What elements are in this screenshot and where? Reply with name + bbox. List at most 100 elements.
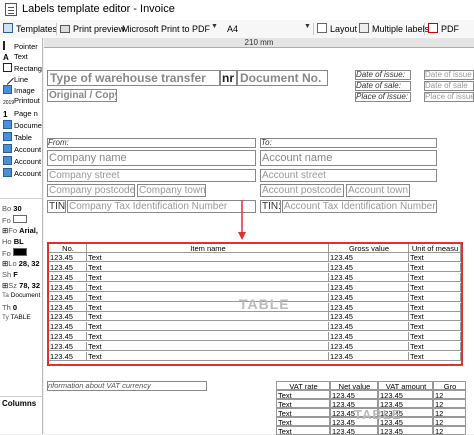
table-cell: Text	[409, 312, 461, 322]
vat-table-watermark: TABLE	[354, 407, 402, 422]
tool-text[interactable]: A Text	[3, 52, 28, 62]
account-tin-field[interactable]: Account Tax Identification Number	[282, 200, 437, 213]
date-of-sale-label[interactable]: Date of sale:	[355, 81, 411, 91]
printer-select[interactable]: Microsoft Print to PDF	[122, 22, 210, 36]
prop-row[interactable]: Fo	[2, 248, 27, 258]
tool-account[interactable]: Account	[3, 168, 41, 178]
tool-line[interactable]: Line	[1, 72, 28, 85]
account-icon	[3, 168, 12, 177]
panel-divider	[0, 198, 42, 199]
multiple-labels-button[interactable]: Multiple labels	[359, 22, 429, 36]
toolbar-separator	[424, 23, 425, 35]
table-row: 123.45 Text 123.45 Text	[49, 262, 461, 272]
table-header-cell: Gross value	[329, 244, 409, 253]
arrow-down-icon	[238, 200, 246, 240]
prop-row[interactable]: Th 0	[2, 303, 17, 312]
company-tin-label[interactable]: TIN:	[47, 200, 66, 213]
table-cell: 123.45	[49, 272, 87, 282]
original-copy-field[interactable]: Original / Copy	[47, 89, 117, 102]
printer-dropdown-icon[interactable]: ▼	[211, 23, 218, 30]
table-cell: 123.45	[329, 332, 409, 342]
account-postcode-field[interactable]: Account postcode	[260, 184, 344, 197]
prop-row[interactable]: Sh F	[2, 270, 18, 279]
table-row: 123.45 Text 123.45 Text	[49, 352, 461, 361]
window-title: Labels template editor - Invoice	[22, 3, 175, 15]
layout-button[interactable]: Layout	[317, 22, 357, 36]
company-postcode-field[interactable]: Company postcode	[47, 184, 135, 197]
title-bar: Labels template editor - Invoice	[0, 0, 474, 21]
table-cell: Text	[409, 253, 461, 262]
prop-row[interactable]: Ho BL	[2, 237, 24, 246]
prop-row[interactable]: ⊞Fo Arial,	[2, 226, 38, 235]
place-of-issue-field[interactable]: Place of issue	[424, 92, 474, 102]
image-icon	[3, 85, 12, 94]
table-cell: Text	[409, 342, 461, 352]
text-icon: A	[3, 53, 9, 62]
columns-tab[interactable]: Columns	[2, 399, 36, 408]
tool-pointer[interactable]: Pointer	[3, 41, 38, 51]
vat-cell: 123.45	[378, 390, 433, 399]
account-name-field[interactable]: Account name	[260, 150, 437, 166]
to-label[interactable]: To:	[260, 138, 437, 148]
tool-document[interactable]: Document	[3, 120, 42, 130]
tool-account[interactable]: Account	[3, 144, 41, 154]
vat-header-cell: VAT rate	[276, 381, 330, 390]
table-header-cell: No.	[49, 244, 87, 253]
table-cell: 123.45	[329, 302, 409, 312]
templates-icon	[3, 23, 13, 33]
pointer-icon	[3, 41, 12, 50]
table-cell: 123.45	[329, 262, 409, 272]
table-icon	[3, 132, 12, 141]
table-cell: 123.45	[49, 292, 87, 302]
color-swatch	[12, 248, 27, 256]
prop-row[interactable]: Fo	[2, 215, 27, 225]
company-town-field[interactable]: Company town	[137, 184, 206, 197]
print-preview-button[interactable]: Print preview	[60, 22, 125, 36]
table-cell: 123.45	[49, 352, 87, 361]
prop-row[interactable]: Ta Document	[2, 292, 40, 299]
prop-row[interactable]: Ty TABLE	[2, 314, 31, 321]
nr-label[interactable]: nr	[220, 70, 237, 86]
printer-icon	[60, 25, 70, 33]
pdf-button[interactable]: PDF	[428, 22, 459, 36]
tool-rectangle[interactable]: Rectangle	[3, 63, 42, 73]
vat-table[interactable]: VAT rate Net value VAT amount Gro Text 123.45…	[276, 381, 466, 435]
multiple-labels-icon	[359, 23, 369, 33]
date-of-sale-field[interactable]: Date of sale	[424, 81, 474, 91]
from-label[interactable]: From:	[47, 138, 256, 148]
company-street-field[interactable]: Company street	[47, 169, 256, 182]
tool-page-number[interactable]: 1 Page n	[3, 109, 38, 119]
tool-table[interactable]: Table	[3, 132, 32, 142]
place-of-issue-label[interactable]: Place of issue:	[355, 92, 411, 102]
paper-select[interactable]: A4	[227, 22, 238, 36]
document-number-field[interactable]: Document No.	[237, 70, 328, 86]
paper-dropdown-icon[interactable]: ▼	[304, 23, 311, 30]
tool-account[interactable]: Account	[3, 156, 41, 166]
table-cell: 123.45	[329, 312, 409, 322]
date-of-issue-field[interactable]: Date of issue	[424, 70, 474, 80]
tool-image[interactable]: Image	[3, 85, 35, 95]
prop-row[interactable]: ⊞Lo 28, 32	[2, 259, 40, 268]
vat-cell: Text	[276, 390, 330, 399]
tool-printout[interactable]: 2019Printout	[3, 96, 40, 110]
account-town-field[interactable]: Account town	[346, 184, 410, 197]
account-street-field[interactable]: Account street	[260, 169, 437, 182]
table-cell: Text	[87, 262, 329, 272]
prop-row[interactable]: Bo 30	[2, 204, 22, 213]
transfer-type-field[interactable]: Type of warehouse transfer	[47, 70, 220, 86]
table-row: 123.45 Text 123.45 Text	[49, 282, 461, 292]
vat-cell: 12	[433, 390, 466, 399]
vat-currency-info[interactable]: nformation about VAT currency	[47, 381, 207, 391]
templates-button[interactable]: Templates	[3, 22, 57, 36]
table-cell: 123.45	[329, 292, 409, 302]
rectangle-icon	[3, 63, 12, 72]
company-name-field[interactable]: Company name	[47, 150, 256, 166]
table-cell: Text	[87, 322, 329, 332]
company-tin-field[interactable]: Company Tax Identification Number	[67, 200, 256, 213]
items-table[interactable]: No. Item name Gross value Unit of measu 123.…	[47, 242, 463, 366]
prop-row[interactable]: ⊞Sz 78, 32	[2, 281, 40, 290]
account-tin-label[interactable]: TIN:	[260, 200, 281, 213]
table-row: 123.45 Text 123.45 Text	[49, 253, 461, 262]
date-of-issue-label[interactable]: Date of issue:	[355, 70, 411, 80]
toolbar: Templates Print preview Microsoft Print …	[0, 20, 474, 39]
